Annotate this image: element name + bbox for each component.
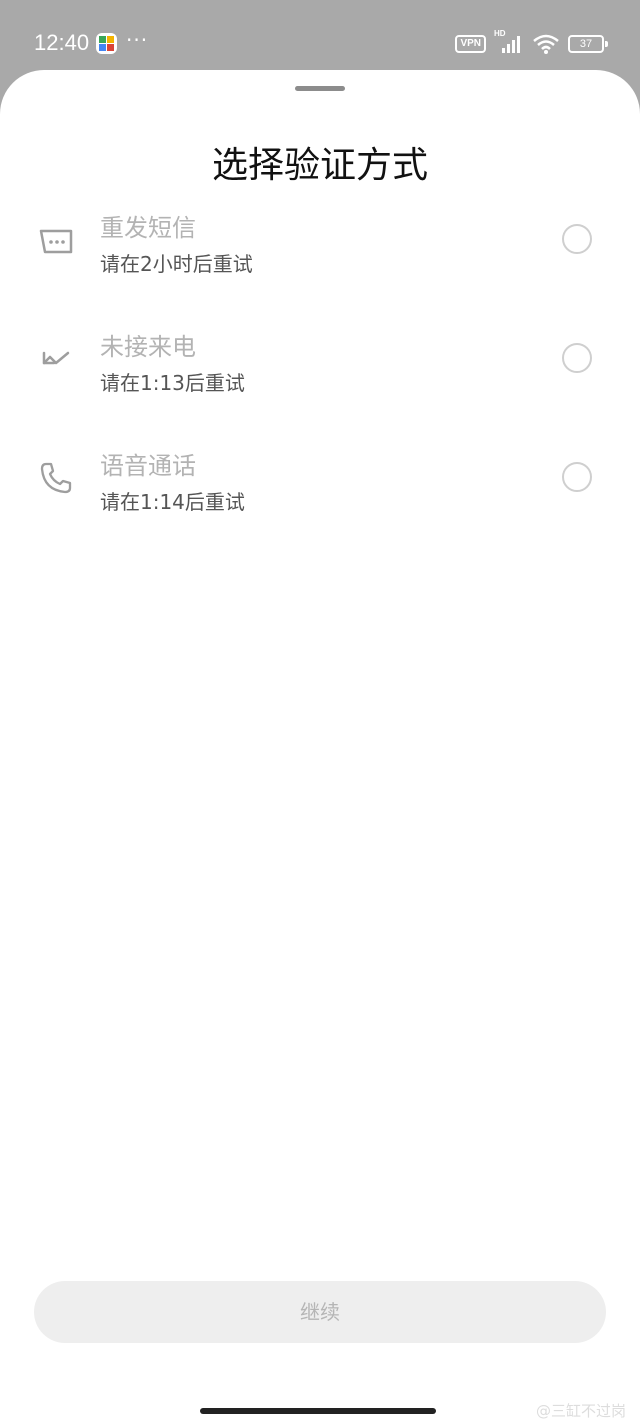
status-right-group: VPN HD 37: [455, 29, 608, 55]
status-time: 12:40: [34, 30, 90, 55]
colorful-app-icon: [96, 33, 117, 54]
radio-button[interactable]: [562, 224, 592, 254]
drag-handle[interactable]: [295, 86, 345, 91]
option-subtitle: 请在2小时后重试: [100, 252, 253, 276]
option-missed-call[interactable]: 未接来电 请在1:13后重试: [0, 327, 640, 437]
option-resend-sms[interactable]: 重发短信 请在2小时后重试: [0, 208, 640, 318]
option-title: 语音通话: [100, 452, 196, 480]
option-voice-call[interactable]: 语音通话 请在1:14后重试: [0, 446, 640, 556]
status-bar: 12:40 ··· VPN HD 37: [0, 0, 640, 70]
radio-button[interactable]: [562, 343, 592, 373]
sheet-title: 选择验证方式: [211, 145, 428, 186]
option-subtitle: 请在1:14后重试: [100, 490, 245, 514]
option-title: 重发短信: [100, 214, 196, 242]
option-title: 未接来电: [100, 333, 196, 361]
radio-button[interactable]: [562, 462, 592, 492]
vpn-badge: VPN: [455, 35, 486, 53]
wifi-icon: [532, 33, 560, 55]
battery-icon: 37: [568, 35, 608, 53]
more-notifications-icon: ···: [126, 28, 149, 52]
home-indicator[interactable]: [200, 1408, 436, 1414]
option-subtitle: 请在1:13后重试: [100, 371, 245, 395]
verification-sheet: 选择验证方式 重发短信 请在2小时后重试 未接来电 请在1:13后重试 语音通话…: [0, 70, 640, 1424]
message-icon: [38, 222, 74, 258]
continue-button[interactable]: 继续: [34, 1281, 606, 1343]
phone-icon: [38, 460, 74, 496]
watermark-text: @三缸不过岗: [535, 1402, 626, 1420]
missed-call-icon: [38, 341, 74, 377]
signal-icon: HD: [494, 29, 524, 55]
